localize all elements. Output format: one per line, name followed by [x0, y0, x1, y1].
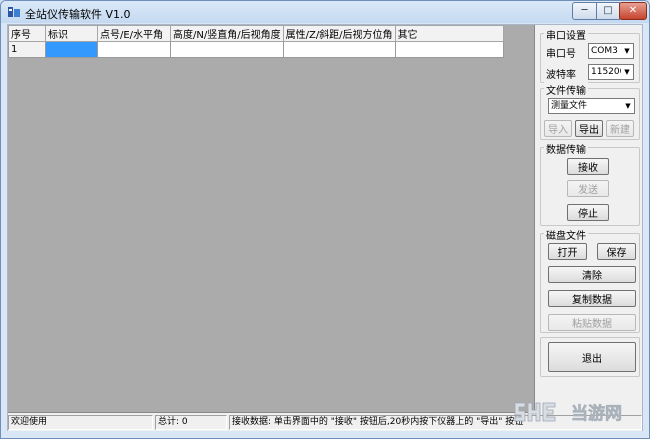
grid-cell[interactable]	[97, 41, 171, 58]
app-logo-icon	[8, 7, 20, 17]
send-button[interactable]: 发送	[567, 180, 609, 197]
save-button[interactable]: 保存	[597, 243, 636, 260]
data-grid-area[interactable]: 序号 标识 点号/E/水平角 高度/N/竖直角/后视角度 属性/Z/斜距/后视方…	[8, 25, 535, 413]
disk-file-group: 磁盘文件 打开 保存 清除 复制数据 粘贴数据	[540, 227, 640, 333]
close-button[interactable]: ✕	[619, 2, 647, 20]
site-watermark-logo: 当游网	[514, 402, 622, 424]
chevron-down-icon: ▼	[621, 65, 633, 79]
group-title: 数据传输	[544, 141, 588, 156]
file-type-select[interactable]: 测量文件 ▼	[548, 98, 635, 114]
column-header-other[interactable]: 其它	[394, 25, 504, 42]
side-panel: 串口设置 串口号 COM3 ▼ 波特率 115200 ▼ 文件传输 测量文件 ▼	[538, 25, 642, 413]
export-button[interactable]: 导出	[575, 120, 603, 137]
group-title: 文件传输	[544, 82, 588, 97]
client-area: 序号 标识 点号/E/水平角 高度/N/竖直角/后视角度 属性/Z/斜距/后视方…	[7, 24, 643, 431]
import-button[interactable]: 导入	[544, 120, 572, 137]
status-total: 总计: 0	[155, 415, 227, 430]
grid-cell-selected[interactable]	[45, 41, 98, 58]
column-header-attribute[interactable]: 属性/Z/斜距/后视方位角	[282, 25, 396, 42]
grid-header-row: 序号 标识 点号/E/水平角 高度/N/竖直角/后视角度 属性/Z/斜距/后视方…	[8, 25, 504, 42]
port-select[interactable]: COM3 ▼	[588, 43, 634, 59]
table-row[interactable]: 1	[8, 41, 504, 58]
exit-button[interactable]: 退出	[548, 342, 636, 372]
group-title: 串口设置	[544, 27, 588, 42]
column-header-point[interactable]: 点号/E/水平角	[97, 25, 171, 42]
grid-cell[interactable]	[282, 41, 396, 58]
watermark-text: 当游网	[571, 403, 622, 424]
close-icon: ✕	[628, 5, 638, 16]
maximize-icon: □	[603, 5, 613, 16]
stop-button[interactable]: 停止	[567, 204, 609, 221]
baud-label: 波特率	[546, 70, 576, 81]
open-button[interactable]: 打开	[548, 243, 587, 260]
grid-cell[interactable]	[394, 41, 504, 58]
paste-data-button[interactable]: 粘贴数据	[548, 314, 636, 331]
chevron-down-icon: ▼	[621, 44, 633, 58]
maximize-button[interactable]: □	[596, 2, 620, 20]
file-type-value: 测量文件	[551, 101, 588, 111]
baud-select[interactable]: 115200 ▼	[588, 64, 634, 80]
clear-button[interactable]: 清除	[548, 266, 636, 283]
column-header-tag[interactable]: 标识	[45, 25, 98, 42]
port-value: COM3	[591, 46, 618, 56]
column-header-height[interactable]: 高度/N/竖直角/后视角度	[170, 25, 284, 42]
grid-cell[interactable]	[170, 41, 284, 58]
chevron-down-icon: ▼	[622, 99, 634, 113]
file-transfer-group: 文件传输 测量文件 ▼ 导入 导出 新建	[540, 82, 640, 140]
status-welcome: 欢迎使用	[8, 415, 153, 430]
group-title: 磁盘文件	[544, 227, 588, 242]
receive-button[interactable]: 接收	[567, 158, 609, 175]
new-button[interactable]: 新建	[606, 120, 634, 137]
data-grid[interactable]: 序号 标识 点号/E/水平角 高度/N/竖直角/后视角度 属性/Z/斜距/后视方…	[8, 25, 504, 58]
data-transfer-group: 数据传输 接收 发送 停止	[540, 141, 640, 226]
window-title: 全站仪传输软件 V1.0	[25, 8, 131, 21]
minimize-button[interactable]: ─	[572, 2, 597, 20]
column-header-index[interactable]: 序号	[8, 25, 46, 42]
grid-cell[interactable]: 1	[8, 41, 46, 58]
minimize-icon: ─	[581, 5, 588, 16]
exit-group: 退出	[540, 337, 640, 377]
serial-settings-group: 串口设置 串口号 COM3 ▼ 波特率 115200 ▼	[540, 27, 640, 83]
copy-data-button[interactable]: 复制数据	[548, 290, 636, 307]
title-bar[interactable]: 全站仪传输软件 V1.0 ─ □ ✕	[1, 1, 649, 23]
port-label: 串口号	[546, 49, 576, 60]
app-window: 全站仪传输软件 V1.0 ─ □ ✕ 序号 标识 点号/E/水平角 高度/N/竖…	[0, 0, 650, 439]
